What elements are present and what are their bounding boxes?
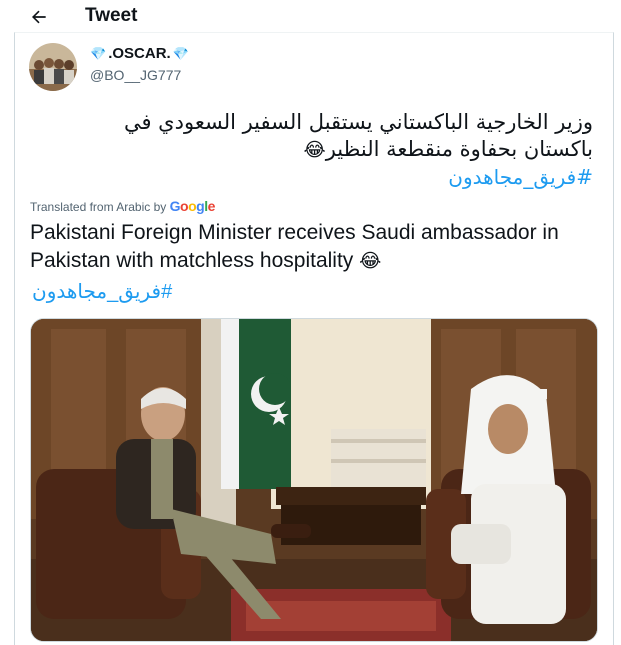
hashtag-link[interactable]: #فريق_مجاهدون	[448, 165, 593, 189]
hashtag-link-translated[interactable]: #فريق_مجاهدون	[32, 279, 172, 304]
translated-label: Translated from Arabic by	[30, 200, 167, 214]
display-name-text: .OSCAR.	[108, 45, 171, 62]
google-logo: Google	[169, 198, 216, 214]
tweet-text-arabic: وزير الخارجية الباكستاني يستقبل السفير ا…	[33, 109, 593, 191]
back-button[interactable]	[26, 4, 52, 30]
diamond-icon: 💎	[90, 45, 107, 61]
tweet-text-translated: Pakistani Foreign Minister receives Saud…	[30, 219, 600, 276]
top-bar: Tweet	[0, 0, 621, 32]
avatar[interactable]	[29, 43, 77, 91]
page-title: Tweet	[85, 5, 138, 26]
arabic-line-1: وزير الخارجية الباكستاني يستقبل السفير ا…	[123, 110, 593, 134]
user-handle[interactable]: @BO__JG777	[90, 67, 181, 83]
display-name[interactable]: 💎 .OSCAR. 💎	[90, 45, 189, 62]
diamond-icon: 💎	[172, 45, 189, 61]
arabic-line-2: باكستان بحفاوة منقطعة النظير	[325, 137, 593, 161]
laughing-emoji: 😂	[303, 139, 326, 161]
translation-attribution[interactable]: Translated from Arabic by Google	[30, 198, 215, 214]
arrow-left-icon	[32, 10, 46, 24]
translated-text: Pakistani Foreign Minister receives Saud…	[30, 221, 559, 272]
laughing-emoji: 😂	[359, 251, 382, 272]
photo-illustration	[31, 319, 597, 641]
tweet-photo[interactable]	[30, 318, 598, 642]
